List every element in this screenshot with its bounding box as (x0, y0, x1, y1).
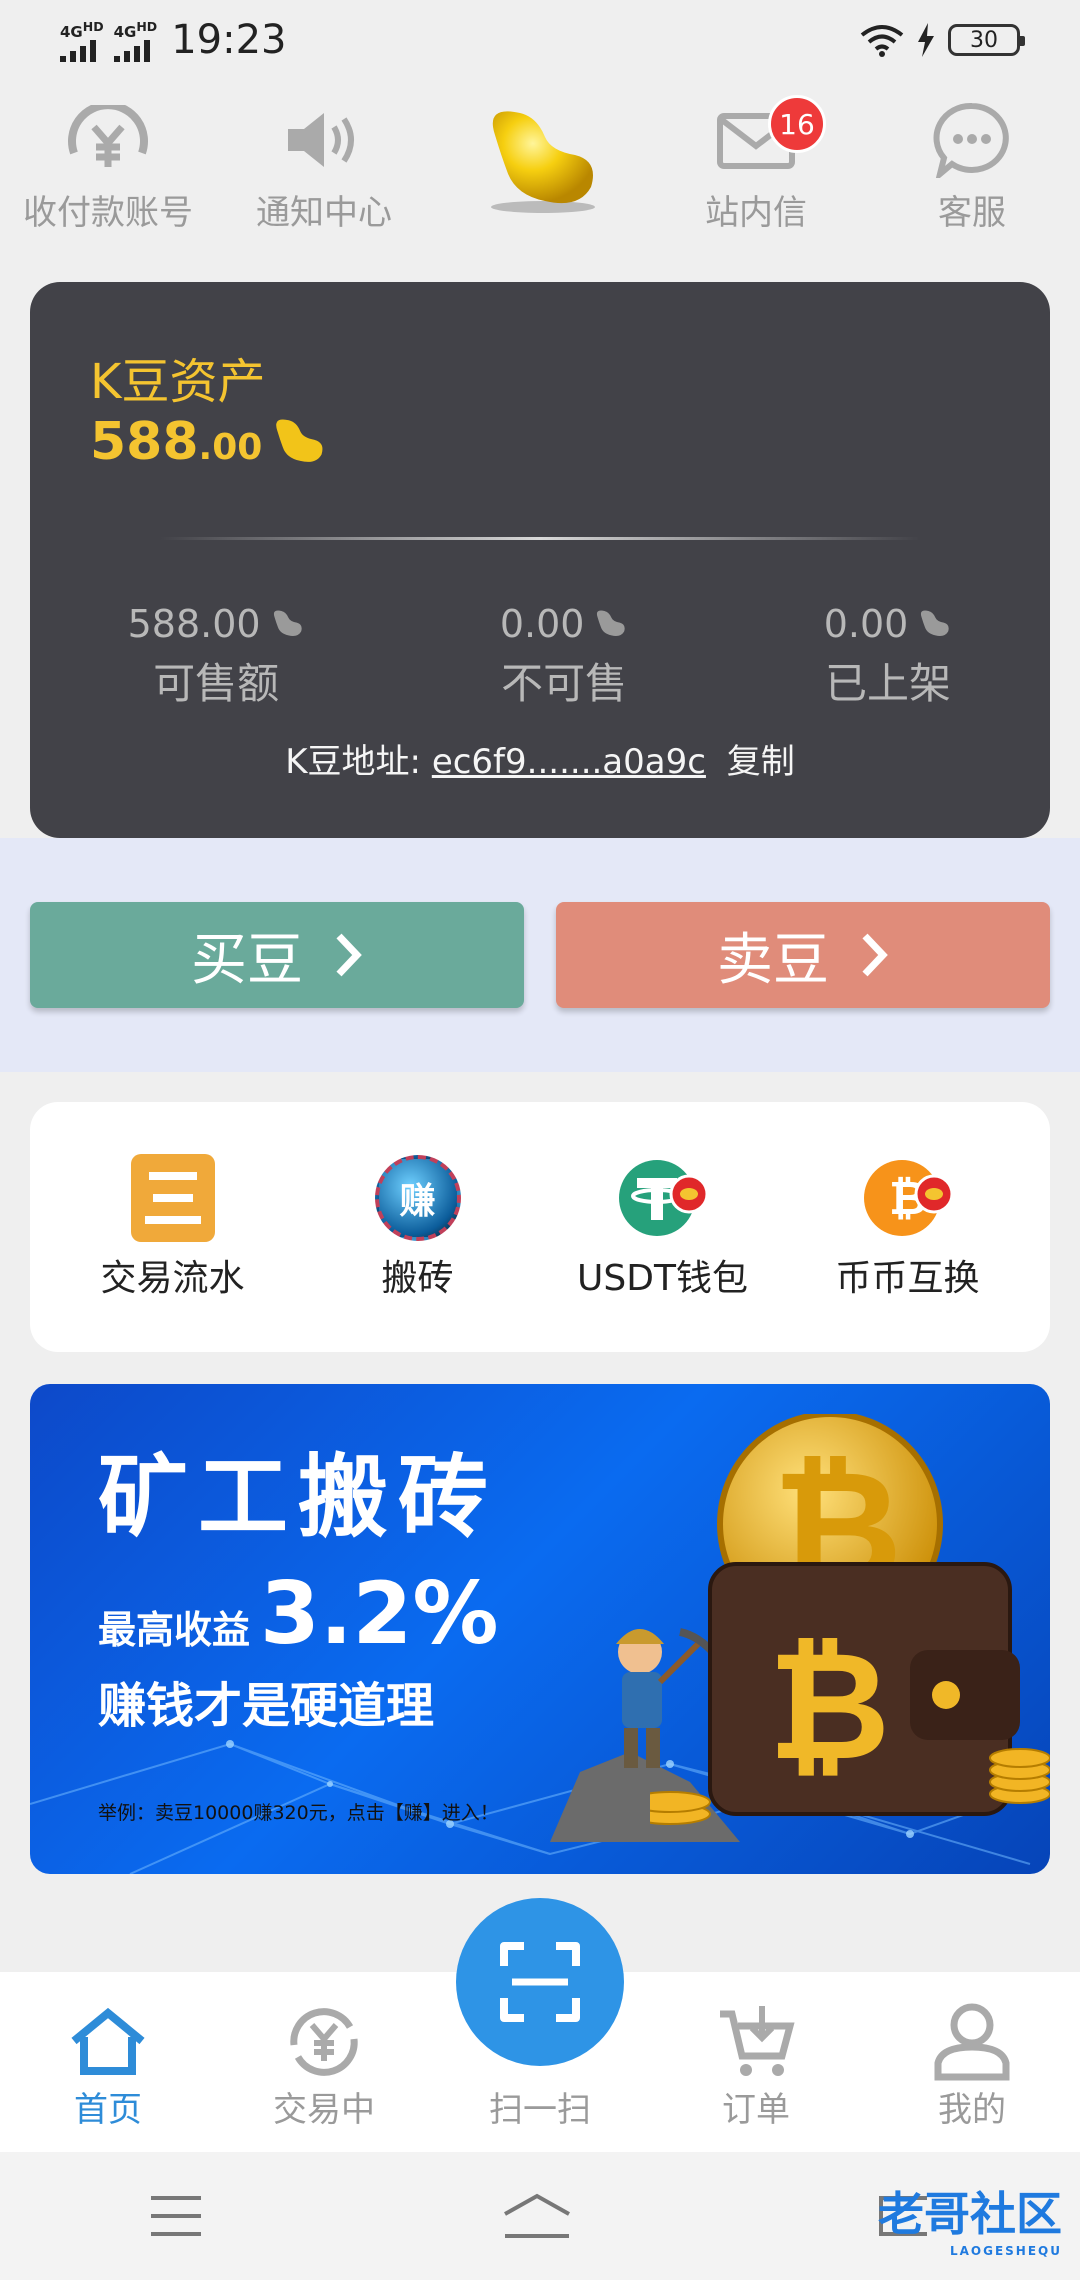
notification-center-label: 通知中心 (256, 193, 392, 233)
scan-button[interactable] (456, 1898, 624, 2066)
asset-amount-integer: 588 (90, 412, 199, 472)
stat-sellable: 588.00 可售额 (128, 602, 305, 711)
asset-stats: 588.00 可售额 0.00 不可售 0.00 已上架 (30, 602, 1050, 711)
signal-bars-icon (113, 39, 150, 62)
address-value[interactable]: ec6f9.......a0a9c (432, 742, 706, 782)
home-nav-icon[interactable] (501, 2192, 573, 2240)
inbox-button[interactable]: 站内信 16 (656, 95, 856, 234)
home-icon (71, 2007, 145, 2075)
quick-item-coin-swap[interactable]: ₿ 币币互换 (793, 1153, 1023, 1301)
stat-value: 0.00 (823, 602, 909, 646)
tab-label: 首页 (74, 2090, 142, 2130)
list-icon (130, 1154, 215, 1242)
banner-tagline: 赚钱才是硬道理 (98, 1678, 435, 1734)
notification-center-button[interactable]: 通知中心 (224, 95, 424, 234)
tab-label: 扫一扫 (489, 2090, 591, 2130)
quick-item-label: 搬砖 (381, 1258, 454, 1299)
tab-trading[interactable]: 交易中 (234, 2002, 414, 2131)
menu-icon[interactable] (149, 2194, 203, 2238)
quick-item-usdt-wallet[interactable]: USDT钱包 (548, 1153, 778, 1301)
banner-yield: 最高收益 3.2% (98, 1564, 499, 1664)
kdou-logo (440, 105, 640, 215)
payment-account-label: 收付款账号 (23, 193, 193, 233)
promo-banner[interactable]: 矿工搬砖 最高收益 3.2% 赚钱才是硬道理 举例：卖豆10000赚320元，点… (30, 1384, 1050, 1874)
watermark-logo: 老哥社区 LAOGESHEQU (878, 2187, 1062, 2258)
yuan-refresh-icon (68, 105, 148, 167)
trade-action-zone: 买豆 卖豆 (0, 838, 1080, 1072)
asset-title: K豆资产 (90, 354, 266, 410)
signal-bars-icon (60, 39, 96, 62)
grey-bean-icon (921, 610, 950, 636)
user-icon (934, 2003, 1010, 2081)
grey-bean-icon (273, 610, 302, 636)
stat-label: 可售额 (153, 659, 280, 708)
payment-account-button[interactable]: 收付款账号 (8, 95, 208, 234)
chat-bubble-icon (933, 102, 1009, 178)
banner-yield-prefix: 最高收益 (98, 1608, 251, 1652)
sell-button[interactable]: 卖豆 (556, 902, 1050, 1008)
speaker-icon (288, 113, 354, 167)
network-indicator-2: 4GHD (113, 19, 157, 62)
stat-value: 0.00 (499, 602, 585, 646)
tab-orders[interactable]: 订单 (666, 2002, 846, 2131)
tab-label: 订单 (722, 2090, 790, 2130)
stat-listed: 0.00 已上架 (824, 602, 953, 711)
address-label: K豆地址: (285, 742, 421, 782)
banner-yield-value: 3.2% (260, 1564, 499, 1664)
bitcoin-icon: ₿ (863, 1160, 953, 1236)
quick-menu: 交易流水 赚 搬砖 USDT钱包 ₿ 币币互换 (30, 1102, 1050, 1352)
quick-item-label: 币币互换 (835, 1258, 980, 1299)
battery-icon: 30 (948, 24, 1025, 56)
inbox-label: 站内信 (705, 193, 807, 233)
gold-bean-icon (491, 111, 595, 213)
tab-label: 我的 (938, 2090, 1006, 2130)
svg-text:₿: ₿ (768, 1620, 890, 1794)
tab-mine[interactable]: 我的 (882, 2002, 1062, 2131)
clock: 19:23 (171, 17, 287, 63)
quick-item-label: 交易流水 (100, 1258, 245, 1299)
tab-label: 交易中 (273, 2090, 375, 2130)
stat-label: 不可售 (501, 659, 628, 708)
scan-icon (500, 1942, 580, 2022)
tether-icon (618, 1160, 708, 1236)
banner-headline: 矿工搬砖 (98, 1445, 498, 1550)
quick-item-earn[interactable]: 赚 搬砖 (303, 1153, 533, 1301)
yuan-cycle-icon (290, 2008, 358, 2076)
banner-example: 举例：卖豆10000赚320元，点击【赚】进入！ (98, 1802, 499, 1824)
chevron-right-icon (336, 933, 362, 977)
network-indicator-1: 4GHD (60, 19, 104, 62)
stat-unsellable: 0.00 不可售 (500, 602, 629, 711)
grey-bean-icon (597, 610, 626, 636)
gold-bean-icon (276, 419, 323, 462)
customer-service-label: 客服 (938, 193, 1006, 233)
copy-address-button[interactable]: 复制 (727, 742, 795, 782)
charging-icon (918, 23, 934, 57)
buy-label: 买豆 (191, 927, 303, 993)
asset-amount: 588 .00 (90, 412, 328, 472)
unread-badge: 16 (768, 95, 826, 153)
cart-icon (720, 2006, 795, 2076)
customer-service-button[interactable]: 客服 (872, 95, 1072, 234)
asset-amount-decimal: .00 (198, 427, 263, 468)
top-navigation: 收付款账号 通知中心 站内信 16 客服 (0, 95, 1080, 245)
stat-value: 588.00 (127, 602, 261, 646)
kdou-address: K豆地址: ec6f9.......a0a9c 复制 (30, 734, 1050, 783)
chevron-right-icon (862, 933, 888, 977)
earn-icon: 赚 (374, 1155, 461, 1241)
buy-button[interactable]: 买豆 (30, 902, 524, 1008)
wifi-icon (860, 25, 904, 57)
stat-label: 已上架 (825, 659, 952, 708)
asset-card: K豆资产 588 .00 588.00 可售额 0.00 不可售 0.00 已上… (30, 282, 1050, 838)
signal-group: 4GHD 4GHD (60, 19, 157, 62)
tab-home[interactable]: 首页 (18, 2002, 198, 2131)
card-divider (160, 537, 920, 540)
bitcoin-wallet-illustration: ₿ ₿ (650, 1414, 1050, 1825)
sell-label: 卖豆 (717, 927, 829, 993)
quick-item-transactions[interactable]: 交易流水 (58, 1153, 288, 1301)
quick-item-label: USDT钱包 (577, 1258, 748, 1299)
status-bar: 4GHD 4GHD 19:23 30 (0, 0, 1080, 80)
